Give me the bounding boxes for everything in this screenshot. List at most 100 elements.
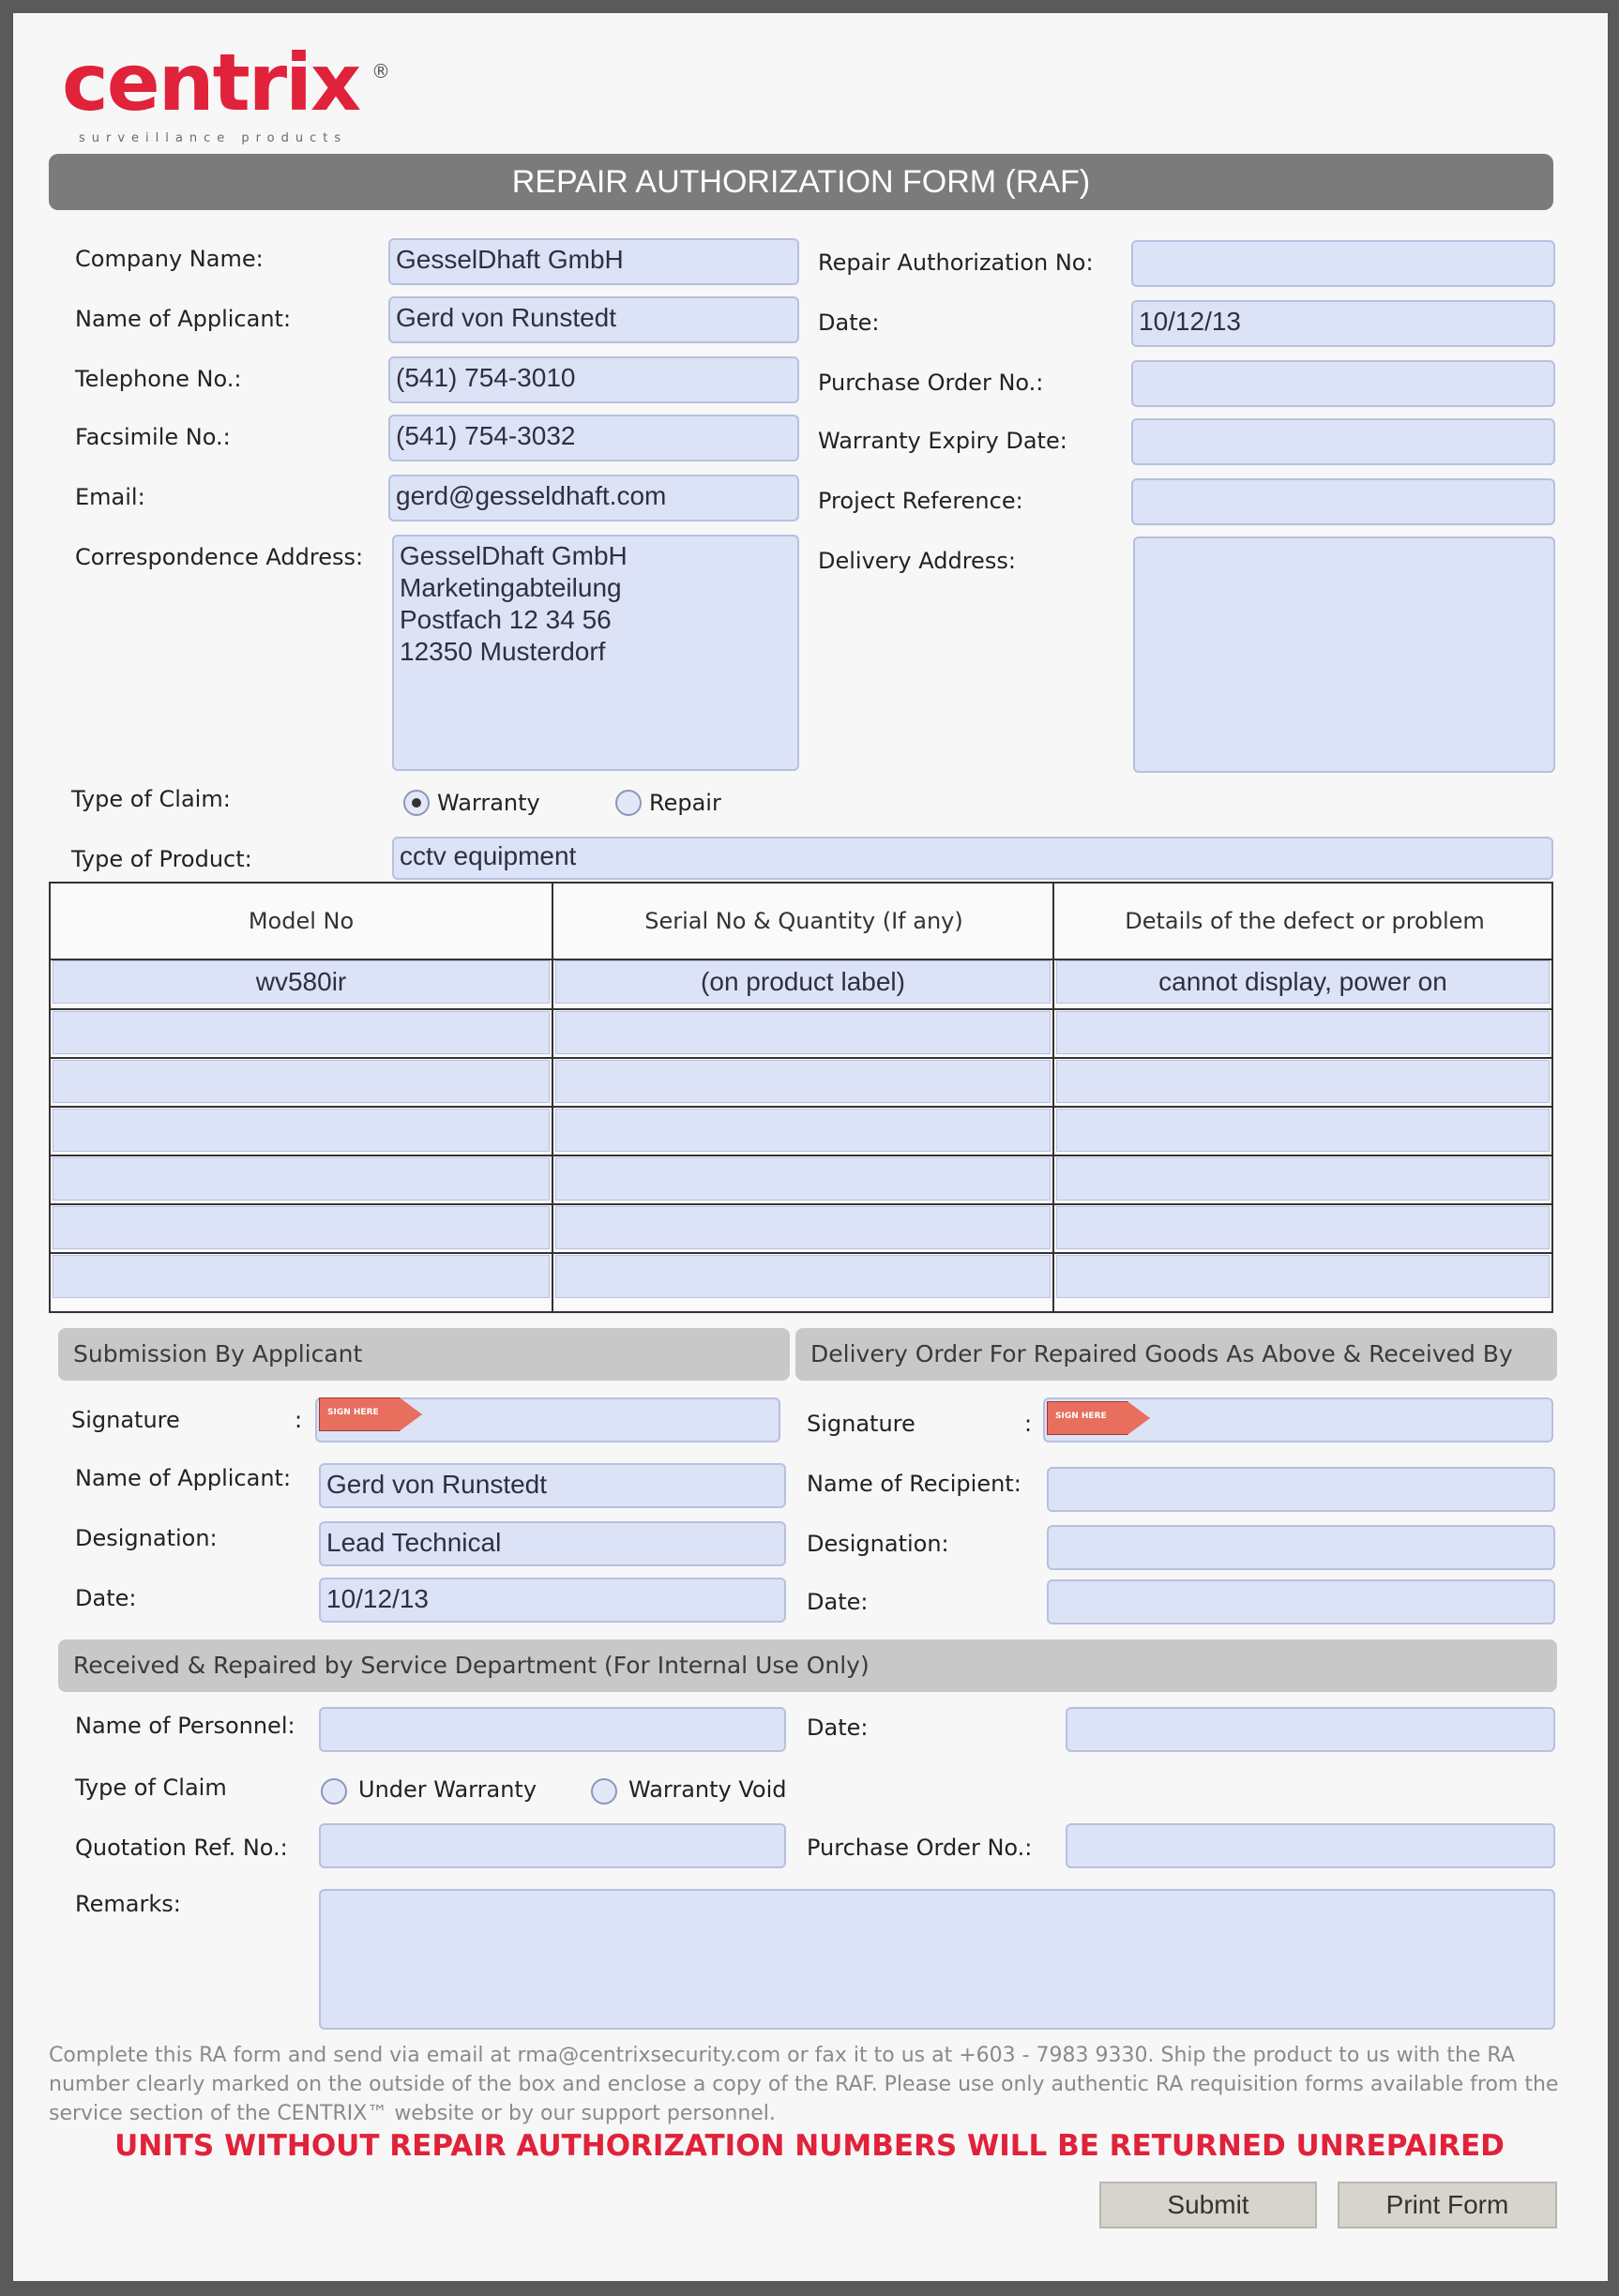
personnel-field[interactable] (319, 1707, 786, 1752)
table-cell[interactable] (1056, 1157, 1550, 1201)
repair-auth-no-label: Repair Authorization No: (818, 249, 1094, 276)
submit-button[interactable]: Submit (1099, 2182, 1317, 2228)
telephone-field[interactable]: (541) 754-3010 (388, 356, 799, 403)
table-cell[interactable] (555, 1011, 1051, 1054)
recipient-date-label: Date: (807, 1589, 869, 1615)
internal-claim-label: Type of Claim (75, 1775, 227, 1801)
repair-radio[interactable] (615, 790, 642, 816)
table-cell[interactable] (53, 1011, 550, 1054)
recipient-signature-colon: : (1024, 1411, 1033, 1437)
table-cell[interactable]: wv580ir (53, 960, 550, 1004)
products-table: Model No Serial No & Quantity (If any) D… (49, 882, 1553, 1313)
recipient-name-field[interactable] (1047, 1467, 1555, 1512)
recipient-signature-label: Signature (807, 1411, 915, 1437)
warranty-void-radio[interactable] (591, 1778, 617, 1805)
table-cell[interactable] (53, 1206, 550, 1249)
date-label: Date: (818, 310, 880, 336)
date-field[interactable]: 10/12/13 (1131, 300, 1555, 347)
form-title: REPAIR AUTHORIZATION FORM (RAF) (49, 154, 1553, 210)
repair-auth-no-field[interactable] (1131, 240, 1555, 287)
table-cell[interactable]: (on product label) (555, 960, 1051, 1004)
delivery-address-label: Delivery Address: (818, 548, 1016, 574)
table-cell[interactable] (555, 1060, 1051, 1103)
table-row-rule (51, 1203, 1551, 1205)
table-column-rule (1052, 884, 1054, 1311)
table-cell[interactable] (53, 1060, 550, 1103)
table-cell[interactable] (1056, 1011, 1550, 1054)
product-type-label: Type of Product: (71, 846, 252, 872)
email-label: Email: (75, 484, 145, 510)
recipient-date-field[interactable] (1047, 1579, 1555, 1624)
submission-name-label: Name of Applicant: (75, 1465, 292, 1491)
warranty-option-label: Warranty (437, 790, 540, 816)
remarks-label: Remarks: (75, 1891, 181, 1917)
table-cell[interactable] (1056, 1109, 1550, 1152)
project-reference-field[interactable] (1131, 478, 1555, 525)
submission-section-title: Submission By Applicant (58, 1328, 790, 1381)
table-cell[interactable] (555, 1109, 1051, 1152)
quotation-ref-label: Quotation Ref. No.: (75, 1835, 288, 1861)
personnel-label: Name of Personnel: (75, 1713, 295, 1739)
applicant-name-label: Name of Applicant: (75, 306, 292, 332)
recipient-name-label: Name of Recipient: (807, 1471, 1021, 1497)
telephone-label: Telephone No.: (75, 366, 242, 392)
table-cell[interactable] (1056, 1060, 1550, 1103)
remarks-field[interactable] (319, 1889, 1555, 2030)
facsimile-label: Facsimile No.: (75, 424, 231, 450)
repair-option-label: Repair (649, 790, 721, 816)
delivery-order-section-title: Delivery Order For Repaired Goods As Abo… (795, 1328, 1557, 1381)
delivery-address-field[interactable] (1133, 536, 1555, 773)
applicant-signature-label: Signature (71, 1407, 180, 1433)
correspondence-address-field[interactable]: GesselDhaft GmbH Marketingabteilung Post… (392, 535, 799, 771)
table-row-rule (51, 1252, 1551, 1254)
quotation-ref-field[interactable] (319, 1823, 786, 1868)
submission-date-field[interactable]: 10/12/13 (319, 1578, 786, 1623)
table-row-rule (51, 1057, 1551, 1059)
warranty-radio[interactable] (403, 790, 430, 816)
submission-date-label: Date: (75, 1585, 137, 1611)
submission-name-field[interactable]: Gerd von Runstedt (319, 1463, 786, 1508)
table-row-rule (51, 1106, 1551, 1108)
table-cell[interactable] (53, 1255, 550, 1298)
table-cell[interactable] (555, 1206, 1051, 1249)
warranty-void-label: Warranty Void (628, 1776, 787, 1803)
print-form-button[interactable]: Print Form (1338, 2182, 1557, 2228)
table-cell[interactable] (1056, 1206, 1550, 1249)
table-cell[interactable]: cannot display, power on (1056, 960, 1550, 1004)
email-field[interactable]: gerd@gesseldhaft.com (388, 475, 799, 521)
product-type-field[interactable]: cctv equipment (392, 837, 1553, 880)
unrepaired-warning: UNITS WITHOUT REPAIR AUTHORIZATION NUMBE… (114, 2129, 1505, 2163)
recipient-designation-label: Designation: (807, 1531, 949, 1557)
table-cell[interactable] (555, 1255, 1051, 1298)
table-row-rule (51, 1155, 1551, 1156)
table-cell[interactable] (53, 1157, 550, 1201)
facsimile-field[interactable]: (541) 754-3032 (388, 415, 799, 461)
table-header-serial: Serial No & Quantity (If any) (644, 908, 963, 934)
instructions-note: Complete this RA form and send via email… (49, 2044, 1559, 2125)
warranty-expiry-label: Warranty Expiry Date: (818, 428, 1067, 454)
company-name-field[interactable]: GesselDhaft GmbH (388, 238, 799, 285)
correspondence-address-label: Correspondence Address: (75, 544, 364, 570)
under-warranty-label: Under Warranty (358, 1776, 537, 1803)
purchase-order-label: Purchase Order No.: (818, 370, 1044, 396)
internal-date-field[interactable] (1066, 1707, 1555, 1752)
internal-section-title: Received & Repaired by Service Departmen… (58, 1639, 1557, 1692)
warranty-expiry-field[interactable] (1131, 418, 1555, 465)
submission-designation-label: Designation: (75, 1525, 218, 1551)
applicant-name-field[interactable]: Gerd von Runstedt (388, 296, 799, 343)
centrix-logo: centrix (62, 37, 361, 128)
internal-po-label: Purchase Order No.: (807, 1835, 1033, 1861)
registered-mark: ® (371, 60, 390, 83)
submission-designation-field[interactable]: Lead Technical (319, 1521, 786, 1566)
purchase-order-field[interactable] (1131, 360, 1555, 407)
table-row-rule (51, 1008, 1551, 1010)
table-cell[interactable] (1056, 1255, 1550, 1298)
recipient-designation-field[interactable] (1047, 1525, 1555, 1570)
internal-po-field[interactable] (1066, 1823, 1555, 1868)
table-cell[interactable] (53, 1109, 550, 1152)
table-header-model: Model No (248, 908, 355, 934)
project-reference-label: Project Reference: (818, 488, 1023, 514)
table-header-details: Details of the defect or problem (1125, 908, 1485, 934)
table-cell[interactable] (555, 1157, 1051, 1201)
under-warranty-radio[interactable] (321, 1778, 347, 1805)
